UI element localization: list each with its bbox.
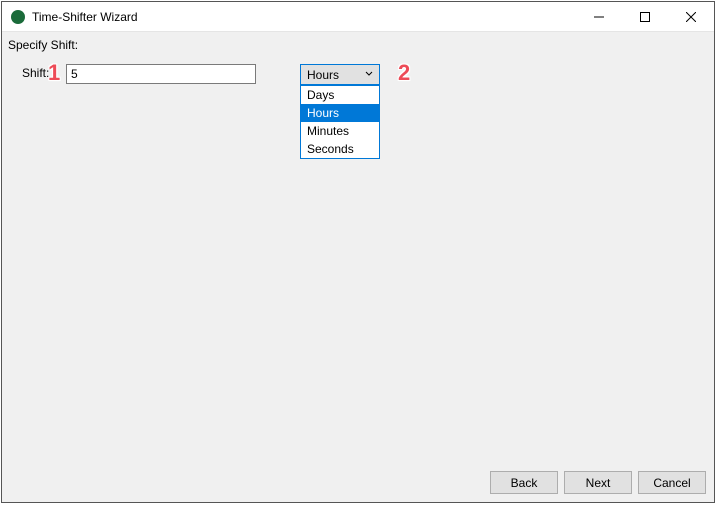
unit-option-hours[interactable]: Hours — [301, 104, 379, 122]
app-icon — [10, 9, 26, 25]
cancel-button[interactable]: Cancel — [638, 471, 706, 494]
shift-input[interactable] — [66, 64, 256, 84]
annotation-2: 2 — [398, 60, 410, 86]
minimize-button[interactable] — [576, 2, 622, 31]
unit-option-minutes[interactable]: Minutes — [301, 122, 379, 140]
client-area: Specify Shift: Shift: Hours Days Hours M… — [2, 32, 714, 502]
wizard-window: Time-Shifter Wizard Specify Shift: Shift… — [1, 1, 715, 503]
close-button[interactable] — [668, 2, 714, 31]
window-title: Time-Shifter Wizard — [32, 10, 138, 24]
next-button[interactable]: Next — [564, 471, 632, 494]
titlebar: Time-Shifter Wizard — [2, 2, 714, 32]
unit-combobox[interactable]: Hours — [300, 64, 380, 85]
shift-label: Shift: — [22, 66, 49, 80]
unit-option-days[interactable]: Days — [301, 86, 379, 104]
unit-dropdown-list: Days Hours Minutes Seconds — [300, 85, 380, 159]
button-bar: Back Next Cancel — [490, 471, 706, 494]
chevron-down-icon — [363, 68, 375, 80]
window-controls — [576, 2, 714, 31]
unit-selected-label: Hours — [307, 68, 339, 82]
annotation-1: 1 — [48, 60, 60, 86]
unit-option-seconds[interactable]: Seconds — [301, 140, 379, 158]
back-button[interactable]: Back — [490, 471, 558, 494]
maximize-button[interactable] — [622, 2, 668, 31]
section-label: Specify Shift: — [8, 38, 78, 52]
